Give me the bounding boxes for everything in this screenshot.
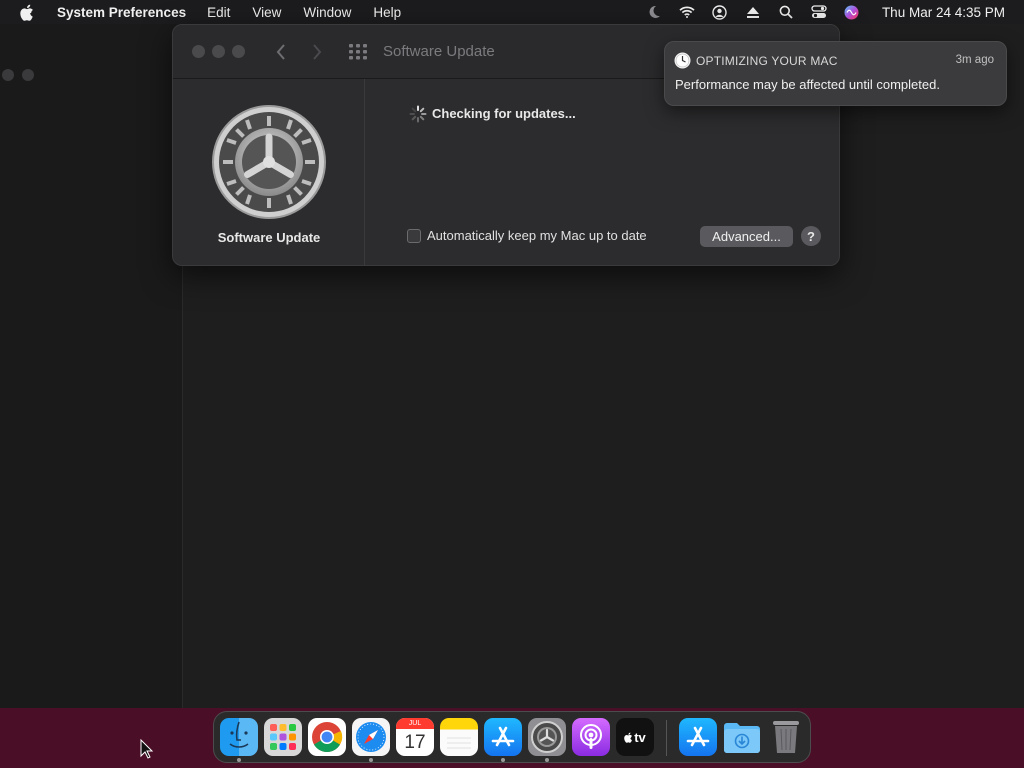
chrome-icon[interactable]: [308, 718, 346, 756]
moon-icon[interactable]: [646, 4, 662, 20]
close-button[interactable]: [192, 45, 205, 58]
loading-spinner-icon: [409, 105, 427, 123]
edit-menu[interactable]: Edit: [207, 5, 230, 20]
dock-running-indicator: [501, 758, 505, 762]
auto-update-label[interactable]: Automatically keep my Mac up to date: [427, 228, 647, 243]
wifi-icon[interactable]: [679, 4, 695, 20]
app-name-menu[interactable]: System Preferences: [57, 5, 186, 20]
zoom-button[interactable]: [232, 45, 245, 58]
siri-icon[interactable]: [844, 4, 860, 20]
system-preferences-icon[interactable]: [528, 718, 566, 756]
back-arrow-icon[interactable]: [271, 42, 291, 62]
calendar-month: JUL: [396, 718, 434, 729]
notes-icon[interactable]: [440, 718, 478, 756]
mouse-cursor-icon: [140, 738, 154, 759]
eject-icon[interactable]: [745, 4, 761, 20]
app-store-download-icon[interactable]: [679, 718, 717, 756]
apple-menu-icon[interactable]: [20, 4, 40, 21]
apple-tv-icon[interactable]: tv: [616, 718, 654, 756]
dock-separator: [666, 720, 667, 756]
safari-icon[interactable]: [352, 718, 390, 756]
dock: JUL 17 tv: [213, 711, 811, 763]
dock-running-indicator: [369, 758, 373, 762]
calendar-day: 17: [404, 732, 426, 753]
window-menu[interactable]: Window: [303, 5, 351, 20]
background-window: [0, 24, 183, 708]
software-update-gear-icon: [211, 104, 327, 220]
notification-app-name: OPTIMIZING YOUR MAC: [696, 54, 838, 68]
user-icon[interactable]: [712, 4, 728, 20]
control-center-icon[interactable]: [811, 4, 827, 20]
notification-time: 3m ago: [955, 54, 994, 66]
window-title: Software Update: [383, 43, 495, 60]
background-window-traffic-light[interactable]: [2, 69, 14, 81]
view-menu[interactable]: View: [252, 5, 281, 20]
minimize-button[interactable]: [212, 45, 225, 58]
update-status-text: Checking for updates...: [432, 106, 576, 121]
downloads-folder-icon[interactable]: [723, 718, 761, 756]
clock-icon: [674, 52, 691, 69]
notification-banner[interactable]: OPTIMIZING YOUR MAC 3m ago Performance m…: [664, 41, 1007, 106]
background-window-traffic-light[interactable]: [22, 69, 34, 81]
notification-body: Performance may be affected until comple…: [675, 77, 940, 92]
menubar-clock[interactable]: Thu Mar 24 4:35 PM: [882, 5, 1005, 20]
dock-running-indicator: [237, 758, 241, 762]
side-panel-label: Software Update: [217, 230, 321, 245]
auto-update-checkbox[interactable]: [407, 229, 421, 243]
app-store-icon[interactable]: [484, 718, 522, 756]
dock-running-indicator: [545, 758, 549, 762]
menu-bar: System Preferences Edit View Window Help…: [0, 0, 1024, 24]
help-button[interactable]: ?: [801, 226, 821, 246]
show-all-grid-icon[interactable]: [349, 44, 367, 60]
calendar-icon[interactable]: JUL 17: [396, 718, 434, 756]
trash-icon[interactable]: [767, 718, 805, 756]
advanced-button[interactable]: Advanced...: [700, 226, 793, 247]
search-icon[interactable]: [778, 4, 794, 20]
forward-arrow-icon[interactable]: [307, 42, 327, 62]
help-menu[interactable]: Help: [373, 5, 401, 20]
launchpad-icon[interactable]: [264, 718, 302, 756]
podcasts-icon[interactable]: [572, 718, 610, 756]
tv-label: tv: [634, 729, 646, 745]
finder-icon[interactable]: [220, 718, 258, 756]
software-update-side-panel: Software Update: [173, 79, 365, 265]
